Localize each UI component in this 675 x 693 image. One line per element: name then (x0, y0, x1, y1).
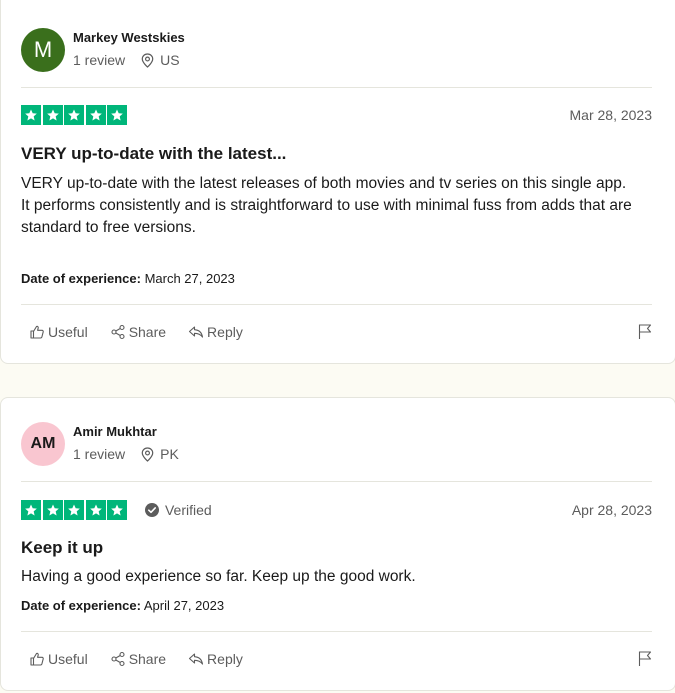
review-card: M Markey Westskies 1 review US Mar 28, 2… (0, 0, 675, 364)
reply-button[interactable]: Reply (188, 324, 243, 340)
review-date: Apr 28, 2023 (571, 502, 652, 518)
review-body-line: VERY up-to-date with the latest releases… (21, 175, 627, 192)
location-pin-icon (141, 446, 154, 462)
review-actions: Useful Share Reply (29, 650, 653, 667)
share-icon (111, 651, 125, 666)
star-icon (64, 500, 85, 520)
share-icon (111, 324, 125, 339)
star-icon (85, 105, 106, 125)
useful-button[interactable]: Useful (29, 324, 88, 340)
reply-icon (188, 325, 204, 338)
reviewer-info: Amir Mukhtar 1 review PK (73, 422, 179, 462)
reviewer-location: PK (141, 446, 179, 462)
divider (21, 481, 652, 482)
useful-label: Useful (48, 323, 88, 340)
flag-button[interactable] (637, 650, 653, 667)
reviewer-header: AM Amir Mukhtar 1 review PK (21, 422, 179, 466)
review-body: VERY up-to-date with the latest releases… (21, 173, 657, 239)
star-icon (64, 105, 85, 125)
star-icon (42, 105, 63, 125)
review-count: 1 review (73, 52, 126, 68)
location-label: PK (160, 446, 179, 462)
reviewer-meta: 1 review US (73, 52, 185, 68)
star-icon (42, 500, 63, 520)
review-count: 1 review (73, 446, 126, 462)
avatar[interactable]: AM (21, 422, 65, 466)
reviewer-meta: 1 review PK (73, 446, 179, 462)
reviewer-name[interactable]: Amir Mukhtar (73, 424, 179, 440)
flag-icon (638, 651, 652, 666)
star-rating (21, 500, 129, 520)
divider (21, 304, 652, 305)
reply-button[interactable]: Reply (188, 651, 243, 667)
rating-row: Mar 28, 2023 (21, 105, 652, 125)
star-icon (21, 500, 41, 520)
flag-button[interactable] (637, 323, 653, 340)
check-circle-icon (144, 503, 159, 517)
flag-icon (638, 324, 652, 339)
useful-label: Useful (48, 650, 88, 667)
reviewer-info: Markey Westskies 1 review US (73, 28, 185, 68)
date-of-experience: Date of experience: March 27, 2023 (21, 271, 235, 286)
location-label: US (160, 52, 180, 68)
rating-row: Verified Apr 28, 2023 (21, 500, 652, 520)
divider (21, 631, 652, 632)
review-actions: Useful Share Reply (29, 323, 653, 340)
share-button[interactable]: Share (110, 651, 166, 667)
review-title[interactable]: Keep it up (21, 538, 103, 558)
reply-label: Reply (207, 323, 243, 340)
share-label: Share (128, 323, 167, 340)
share-button[interactable]: Share (110, 324, 166, 340)
review-body: Having a good experience so far. Keep up… (21, 566, 657, 588)
reply-icon (188, 652, 204, 665)
review-title[interactable]: VERY up-to-date with the latest... (21, 144, 286, 164)
review-date: Mar 28, 2023 (569, 107, 653, 123)
avatar[interactable]: M (21, 28, 65, 72)
review-body-line: It performs consistently and is straight… (21, 197, 632, 236)
thumbs-up-icon (30, 652, 44, 666)
review-card: AM Amir Mukhtar 1 review PK Verified Apr… (0, 397, 675, 691)
useful-button[interactable]: Useful (29, 651, 88, 667)
reviewer-name[interactable]: Markey Westskies (73, 30, 185, 46)
verified-label: Verified (164, 502, 212, 518)
divider (21, 87, 652, 88)
share-label: Share (128, 650, 167, 667)
location-pin-icon (141, 52, 154, 68)
experience-date: March 27, 2023 (144, 271, 235, 286)
star-rating (21, 105, 129, 125)
date-of-experience: Date of experience: April 27, 2023 (21, 598, 224, 613)
star-icon (107, 105, 128, 125)
reviewer-location: US (141, 52, 180, 68)
experience-date: April 27, 2023 (143, 598, 225, 613)
reviewer-header: M Markey Westskies 1 review US (21, 28, 185, 72)
star-icon (85, 500, 106, 520)
thumbs-up-icon (30, 325, 44, 339)
star-icon (107, 500, 128, 520)
experience-label: Date of experience: (21, 598, 141, 613)
verified-badge[interactable]: Verified (144, 502, 212, 518)
review-body-line: Having a good experience so far. Keep up… (21, 568, 416, 585)
reply-label: Reply (207, 650, 243, 667)
experience-label: Date of experience: (21, 271, 141, 286)
star-icon (21, 105, 41, 125)
